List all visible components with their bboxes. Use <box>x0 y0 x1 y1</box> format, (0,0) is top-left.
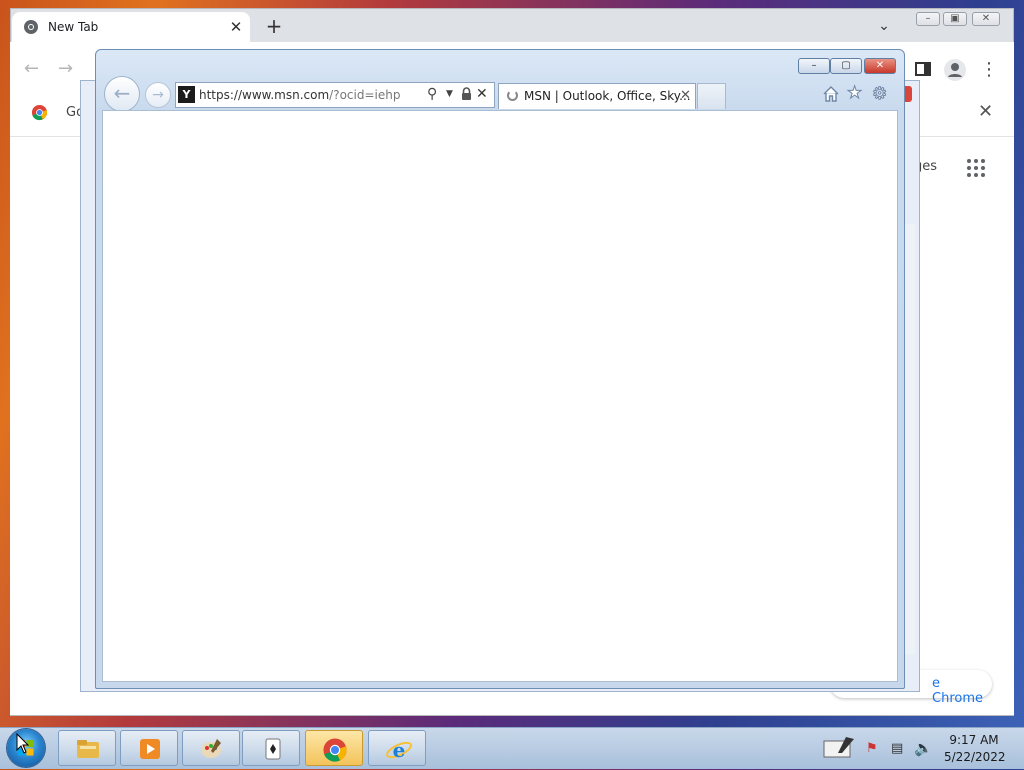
close-tab-icon[interactable]: ✕ <box>680 88 691 103</box>
playing-card-icon <box>265 738 281 760</box>
stop-loading-icon[interactable]: ✕ <box>476 86 488 102</box>
url-query: /?ocid=iehp <box>329 88 401 102</box>
internet-explorer-icon: e <box>386 738 412 762</box>
settings-gear-icon[interactable]: ⚙ <box>871 84 887 105</box>
dropdown-arrow-icon[interactable]: ▼ <box>446 89 453 99</box>
volume-icon[interactable]: 🔈 <box>914 739 933 757</box>
ie-minimize-button[interactable]: – <box>798 58 830 74</box>
chrome-maximize-button[interactable]: ▣ <box>943 12 967 26</box>
action-center-flag-icon[interactable]: ⚑ <box>866 741 878 756</box>
chrome-tab-new-tab[interactable]: New Tab ✕ <box>12 12 250 42</box>
ie-back-arrow-icon[interactable]: ← <box>104 76 140 112</box>
taskbar-media-player[interactable] <box>120 730 178 766</box>
taskbar-chrome[interactable] <box>305 730 363 766</box>
svg-text:e: e <box>393 738 406 762</box>
url-host: https://www.msn.com <box>199 88 330 102</box>
loading-spinner-icon <box>507 90 518 101</box>
close-tab-icon[interactable]: ✕ <box>228 19 244 35</box>
chrome-close-button[interactable]: ✕ <box>972 12 1000 26</box>
taskbar-file-explorer[interactable] <box>58 730 116 766</box>
taskbar-solitaire[interactable] <box>242 730 300 766</box>
forward-arrow-icon[interactable]: → <box>58 58 73 79</box>
chrome-tab-title: New Tab <box>48 20 99 34</box>
tablet-input-icon[interactable] <box>822 735 856 761</box>
network-icon[interactable]: ▤ <box>891 741 903 756</box>
mouse-cursor-icon <box>16 733 30 754</box>
taskbar-paint[interactable] <box>182 730 240 766</box>
search-icon[interactable]: ⚲ <box>427 86 437 102</box>
chrome-icon <box>323 738 347 762</box>
ie-tab-title: MSN | Outlook, Office, Sky... <box>524 89 691 103</box>
ie-address-url[interactable]: https://www.msn.com/?ocid=iehp <box>199 88 400 102</box>
back-arrow-icon[interactable]: ← <box>24 58 39 79</box>
folder-icon <box>77 740 99 758</box>
msn-site-icon: Y <box>178 86 195 103</box>
media-player-icon <box>140 739 160 759</box>
ie-forward-arrow-icon[interactable]: → <box>145 82 171 108</box>
favorites-star-icon[interactable]: ★ <box>846 83 862 104</box>
ie-page-content <box>102 110 898 682</box>
ie-maximize-button[interactable]: ▢ <box>830 58 862 74</box>
clock-time[interactable]: 9:17 AM <box>944 733 1004 747</box>
ie-new-tab-button[interactable] <box>697 83 726 109</box>
taskbar-internet-explorer[interactable]: e <box>368 730 426 766</box>
new-tab-button[interactable]: + <box>263 16 285 38</box>
tab-search-chevron-icon[interactable]: ⌄ <box>874 18 894 38</box>
infobar-close-icon[interactable]: ✕ <box>978 101 993 122</box>
kebab-menu-icon[interactable]: ⋮ <box>980 59 998 80</box>
profile-avatar-icon[interactable] <box>944 59 966 81</box>
clock-date[interactable]: 5/22/2022 <box>944 750 1006 764</box>
chrome-favicon-icon <box>24 20 38 34</box>
ie-close-button[interactable]: ✕ <box>864 58 896 74</box>
chrome-window-controls: – ▣ ✕ <box>916 10 1000 28</box>
lock-icon[interactable] <box>461 87 472 101</box>
side-panel-icon[interactable] <box>914 60 932 78</box>
google-apps-icon[interactable] <box>966 158 986 178</box>
home-icon[interactable] <box>822 85 840 103</box>
paint-palette-icon <box>201 739 221 758</box>
chrome-logo-icon <box>31 104 48 121</box>
chrome-minimize-button[interactable]: – <box>916 12 940 26</box>
customize-chrome-label: e Chrome <box>932 676 983 706</box>
